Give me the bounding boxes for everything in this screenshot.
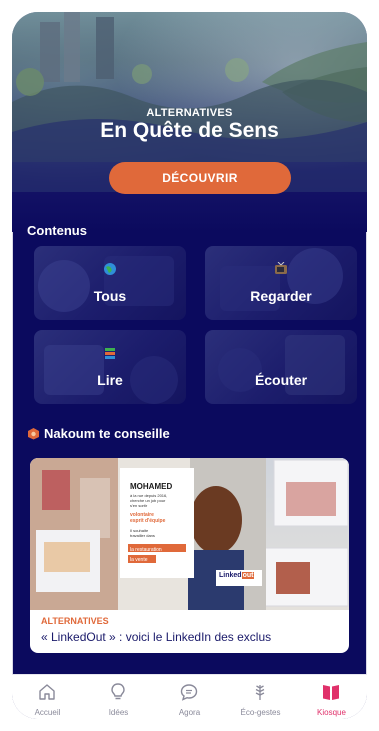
tile-tous[interactable]: Tous <box>34 246 186 320</box>
article-kicker: ALTERNATIVES <box>41 616 109 626</box>
poster-desc: à la rue depuis 2016, cherche un job pou… <box>130 493 168 508</box>
tile-background <box>44 345 178 404</box>
advice-title-row: Nakoum te conseille <box>27 426 170 441</box>
article-illustration <box>30 458 349 610</box>
hero-kicker: ALTERNATIVES <box>146 107 233 119</box>
nav-eco-gestes[interactable]: Éco-gestes <box>225 675 296 719</box>
globe-icon <box>34 262 186 279</box>
article-card[interactable]: MOHAMED à la rue depuis 2016, cherche un… <box>30 458 349 653</box>
nav-idees[interactable]: Idées <box>83 675 154 719</box>
tile-background <box>218 335 345 395</box>
wheat-icon <box>255 685 265 700</box>
poster-sectors: la restauration la vente <box>130 547 162 563</box>
article-image: MOHAMED à la rue depuis 2016, cherche un… <box>30 458 349 610</box>
nav-label: Idées <box>108 708 129 717</box>
hero-title: En Quête de Sens <box>100 119 279 142</box>
tile-label: Écouter <box>254 372 308 388</box>
home-icon <box>39 684 55 700</box>
contents-title: Contenus <box>27 223 87 238</box>
tile-background <box>38 256 174 312</box>
discover-button[interactable]: DÉCOUVRIR <box>109 162 291 194</box>
tile-label: Regarder <box>250 288 312 304</box>
tile-regarder[interactable]: Regarder <box>205 246 357 320</box>
poster-highlight: volontaire esprit d'équipe <box>130 512 166 524</box>
poster-wish: Il souhaite travailler dans <box>130 528 155 538</box>
linkedout-logo: Linkedout <box>219 572 255 579</box>
tv-icon <box>205 261 357 279</box>
tile-background <box>220 248 343 311</box>
nav-label: Éco-gestes <box>240 708 281 717</box>
article-title[interactable]: « LinkedOut » : voici le LinkedIn des ex… <box>41 630 271 644</box>
chat-bubble-icon <box>180 684 198 701</box>
tile-lire[interactable]: Lire <box>34 330 186 404</box>
nav-label: Agora <box>178 708 201 717</box>
tile-label: Lire <box>97 372 123 388</box>
tile-label: Tous <box>93 288 127 304</box>
advice-title: Nakoum te conseille <box>44 426 170 441</box>
tile-ecouter[interactable]: Écouter <box>205 330 357 404</box>
nav-label: Accueil <box>34 708 61 717</box>
lightbulb-icon <box>111 683 125 700</box>
nakoum-icon <box>28 428 39 440</box>
poster-name: MOHAMED <box>130 482 173 491</box>
nav-accueil[interactable]: Accueil <box>12 675 83 719</box>
book-open-icon <box>323 685 339 700</box>
phone-screen: ALTERNATIVES En Quête de Sens DÉCOUVRIR … <box>12 12 367 719</box>
hero-banner: ALTERNATIVES En Quête de Sens DÉCOUVRIR <box>12 12 367 232</box>
bottom-navigation: Accueil Idées Agora Éco-gestes Kiosque <box>12 674 367 719</box>
nav-kiosque[interactable]: Kiosque <box>296 675 367 719</box>
nav-agora[interactable]: Agora <box>154 675 225 719</box>
nav-label: Kiosque <box>317 708 346 717</box>
books-icon <box>34 346 186 363</box>
